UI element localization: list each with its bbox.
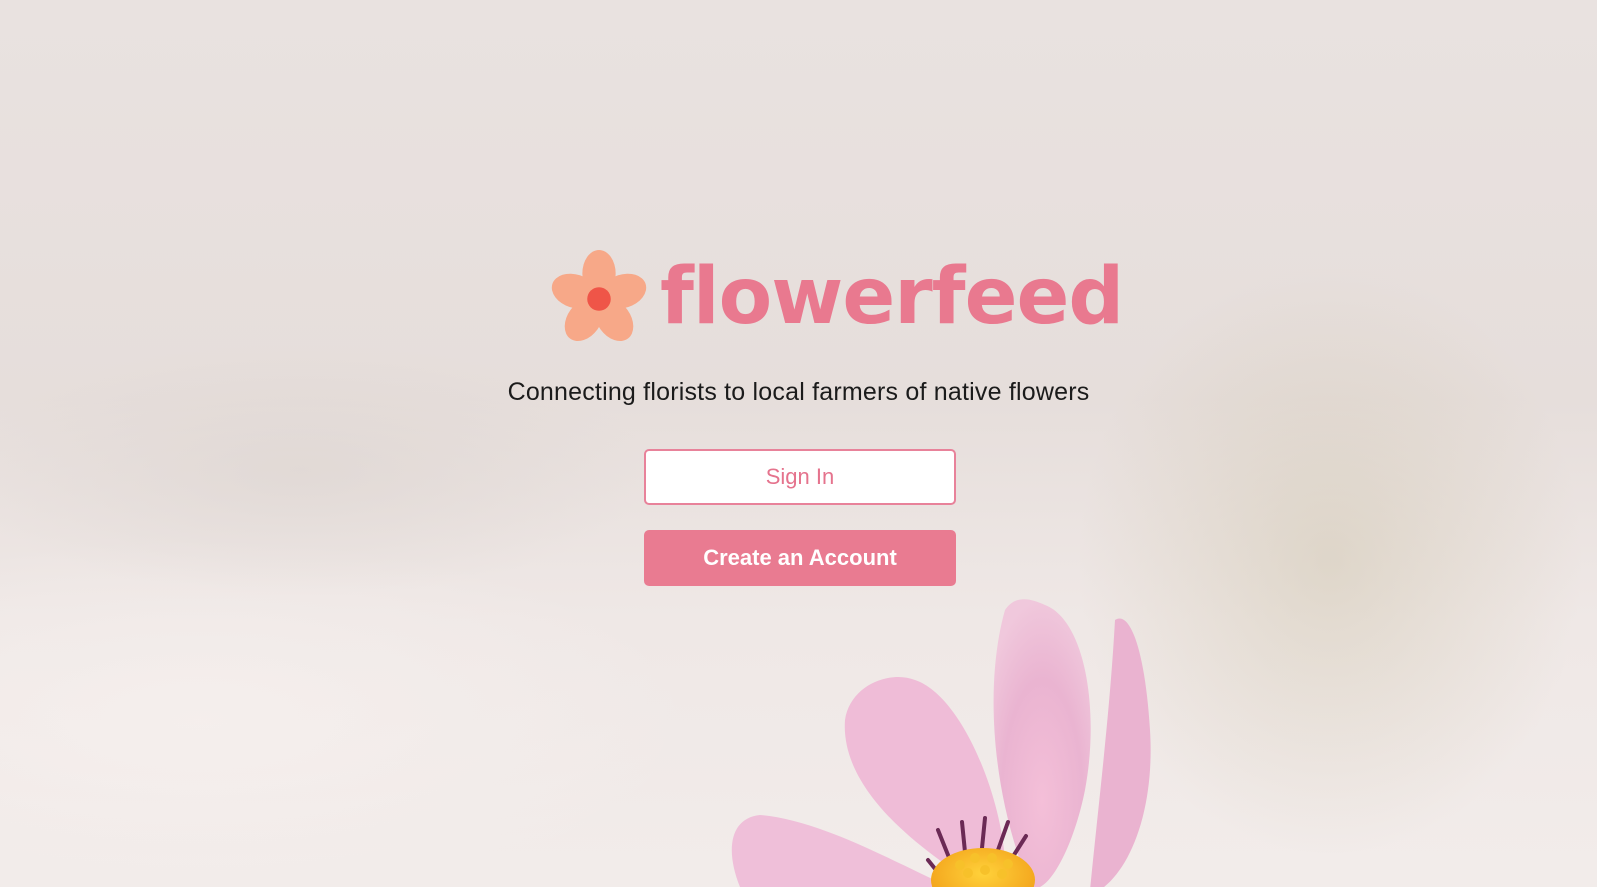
brand-name: flowerfeed	[660, 252, 1124, 342]
flower-icon	[551, 250, 647, 342]
create-account-label: Create an Account	[703, 545, 897, 570]
create-account-button[interactable]: Create an Account	[644, 530, 956, 586]
hero: flowerfeed Connecting florists to local …	[0, 0, 1597, 887]
sign-in-button[interactable]: Sign In	[644, 449, 956, 505]
sign-in-label: Sign In	[765, 464, 835, 489]
tagline: Connecting florists to local farmers of …	[507, 378, 1090, 406]
logo: flowerfeed	[550, 248, 1124, 350]
